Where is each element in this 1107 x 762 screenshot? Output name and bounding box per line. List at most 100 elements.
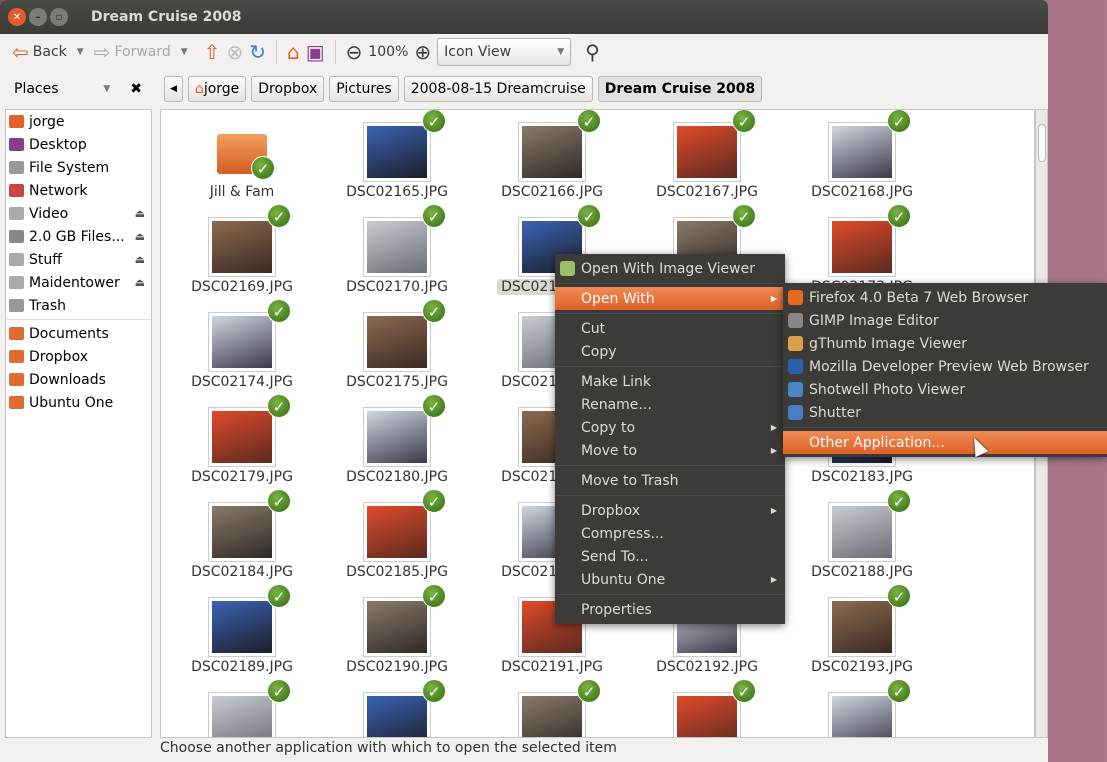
file-item[interactable]: ✓ DSC02167.JPG (632, 110, 782, 200)
breadcrumb-scroll-left[interactable]: ◀ (164, 76, 183, 102)
path-bar: Places ▼ ✖ ◀ ⌂ jorge Dropbox Pictures 2008-08-… (0, 70, 1048, 108)
file-item[interactable]: ✓ (167, 679, 317, 737)
eject-icon[interactable]: ⏏ (135, 276, 145, 289)
maximize-window-button[interactable]: ▫ (50, 8, 68, 26)
sidebar-item-downloads[interactable]: Downloads (6, 368, 151, 391)
file-item[interactable]: ✓ DSC02174.JPG (167, 299, 317, 390)
gthumb-icon (788, 336, 803, 351)
menu-item-rename[interactable]: Rename... (555, 393, 785, 416)
menu-item-shutter[interactable]: Shutter (783, 401, 1107, 424)
menu-item-gimp-image-editor[interactable]: GIMP Image Editor (783, 309, 1107, 332)
file-item[interactable]: ✓ DSC02168.JPG (787, 110, 937, 200)
file-item[interactable]: ✓ DSC02185.JPG (322, 489, 472, 580)
minimize-window-button[interactable]: – (29, 8, 47, 26)
back-button[interactable]: ⇦ Back (8, 40, 71, 64)
sync-check-icon: ✓ (422, 299, 446, 323)
file-item[interactable]: ✓ (322, 679, 472, 737)
computer-icon[interactable]: ▣ (306, 42, 325, 62)
sidebar-item-dropbox[interactable]: Dropbox (6, 345, 151, 368)
breadcrumb-jorge[interactable]: ⌂ jorge (187, 76, 247, 102)
firefox-icon (788, 290, 803, 305)
menu-item-gthumb-image-viewer[interactable]: gThumb Image Viewer (783, 332, 1107, 355)
breadcrumb-pictures[interactable]: Pictures (329, 76, 399, 102)
scrollbar-thumb[interactable] (1038, 124, 1046, 162)
menu-item-properties[interactable]: Properties (555, 598, 785, 621)
view-mode-select[interactable]: Icon View ▼ (437, 38, 572, 66)
image-thumbnail: ✓ (208, 584, 291, 657)
menu-item-move-to[interactable]: Move to ▶ (555, 439, 785, 462)
menu-item-dropbox[interactable]: Dropbox ▶ (555, 499, 785, 522)
menu-item-label: Other Application... (809, 434, 945, 451)
file-item[interactable]: ✓ DSC02193.JPG (787, 584, 937, 675)
back-history-dropdown[interactable]: ▼ (77, 47, 84, 57)
places-selector[interactable]: Places ▼ ✖ (0, 81, 152, 97)
home-icon[interactable]: ⌂ (287, 42, 300, 62)
sidebar-item-desktop[interactable]: Desktop (6, 133, 151, 156)
breadcrumb-2008-08-15-dreamcruise[interactable]: 2008-08-15 Dreamcruise (403, 76, 593, 102)
menu-item-copy-to[interactable]: Copy to ▶ (555, 416, 785, 439)
file-item[interactable]: ✓ DSC02190.JPG (322, 584, 472, 675)
sidebar-item-2-0-gb-files-[interactable]: 2.0 GB Files... ⏏ (6, 225, 151, 248)
file-item[interactable]: ✓ DSC02180.JPG (322, 394, 472, 485)
image-thumbnail: ✓ (363, 584, 446, 657)
sidebar-item-documents[interactable]: Documents (6, 322, 151, 345)
menu-item-open-with[interactable]: Open With ▶ (555, 287, 785, 310)
menu-item-mozilla-developer-preview-web-browser[interactable]: Mozilla Developer Preview Web Browser (783, 355, 1107, 378)
menu-item-copy[interactable]: Copy (555, 340, 785, 363)
file-item[interactable]: ✓ DSC02184.JPG (167, 489, 317, 580)
file-item[interactable]: ✓ DSC02170.JPG (322, 204, 472, 295)
reload-icon[interactable]: ↻ (249, 42, 266, 62)
file-item[interactable]: ✓ DSC02175.JPG (322, 299, 472, 390)
folder-item[interactable]: ✓ Jill & Fam (167, 122, 317, 200)
file-item[interactable]: ✓ (787, 679, 937, 737)
stop-icon[interactable]: ⊗ (226, 42, 243, 62)
sidebar-item-trash[interactable]: Trash (6, 294, 151, 317)
menu-item-open-with-image-viewer[interactable]: Open With Image Viewer (555, 257, 785, 280)
breadcrumb-dropbox[interactable]: Dropbox (251, 76, 325, 102)
sidebar-item-maidentower[interactable]: Maidentower ⏏ (6, 271, 151, 294)
file-item[interactable]: ✓ DSC02189.JPG (167, 584, 317, 675)
menu-item-other-application[interactable]: Other Application... (783, 431, 1107, 454)
file-name: DSC02184.JPG (191, 564, 293, 580)
file-name: DSC02170.JPG (346, 279, 448, 295)
file-item[interactable]: ✓ DSC02165.JPG (322, 110, 472, 200)
forward-history-dropdown[interactable]: ▼ (181, 47, 188, 57)
file-item[interactable]: ✓ (477, 679, 627, 737)
sidebar-item-file-system[interactable]: File System (6, 156, 151, 179)
breadcrumb-dream-cruise-2008[interactable]: Dream Cruise 2008 (597, 76, 763, 102)
search-icon[interactable]: ⚲ (585, 42, 600, 62)
sidebar-item-video[interactable]: Video ⏏ (6, 202, 151, 225)
zoom-out-icon[interactable]: ⊖ (346, 42, 363, 62)
sync-check-icon: ✓ (732, 679, 756, 703)
close-sidebar-icon[interactable]: ✖ (130, 81, 142, 97)
eject-icon[interactable]: ⏏ (135, 207, 145, 220)
chevron-down-icon: ▼ (557, 47, 565, 57)
file-item[interactable]: ✓ DSC02179.JPG (167, 394, 317, 485)
menu-item-firefox-4-0-beta-7-web-browser[interactable]: Firefox 4.0 Beta 7 Web Browser (783, 286, 1107, 309)
forward-button[interactable]: ⇨ Forward (90, 40, 175, 64)
menu-item-cut[interactable]: Cut (555, 317, 785, 340)
file-item[interactable]: ✓ DSC02166.JPG (477, 110, 627, 200)
zoom-in-icon[interactable]: ⊕ (414, 42, 431, 62)
sidebar-item-stuff[interactable]: Stuff ⏏ (6, 248, 151, 271)
view-mode-value: Icon View (444, 44, 512, 60)
menu-item-shotwell-photo-viewer[interactable]: Shotwell Photo Viewer (783, 378, 1107, 401)
file-item[interactable]: ✓ DSC02169.JPG (167, 204, 317, 295)
usb-icon (9, 230, 24, 243)
up-arrow-icon[interactable]: ⇧ (204, 42, 221, 62)
close-window-button[interactable]: ✕ (8, 8, 26, 26)
menu-item-ubuntu-one[interactable]: Ubuntu One ▶ (555, 568, 785, 591)
file-item[interactable]: ✓ (632, 679, 782, 737)
file-item[interactable]: ✓ DSC02188.JPG (787, 489, 937, 580)
sidebar-item-jorge[interactable]: jorge (6, 110, 151, 133)
eject-icon[interactable]: ⏏ (135, 253, 145, 266)
menu-item-send-to[interactable]: Send To... (555, 545, 785, 568)
home-icon (9, 115, 24, 128)
menu-item-make-link[interactable]: Make Link (555, 370, 785, 393)
eject-icon[interactable]: ⏏ (135, 230, 145, 243)
menu-item-compress[interactable]: Compress... (555, 522, 785, 545)
image-thumbnail: ✓ (208, 679, 291, 737)
menu-item-move-to-trash[interactable]: Move to Trash (555, 469, 785, 492)
sidebar-item-network[interactable]: Network (6, 179, 151, 202)
sidebar-item-ubuntu-one[interactable]: Ubuntu One (6, 391, 151, 414)
